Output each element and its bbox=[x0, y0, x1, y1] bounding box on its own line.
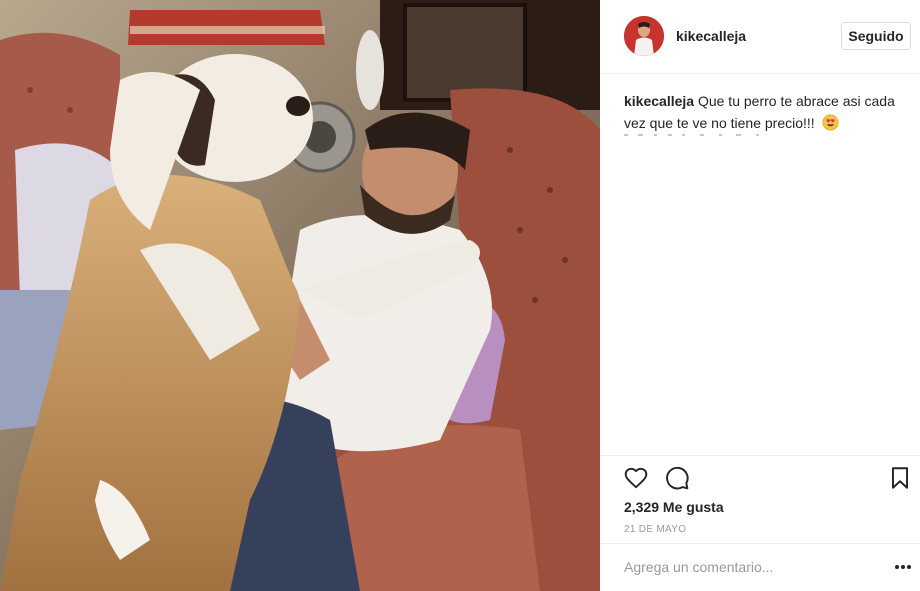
author-avatar[interactable] bbox=[624, 16, 664, 56]
comment-icon[interactable] bbox=[664, 465, 690, 491]
truncated-comments-hint bbox=[624, 134, 759, 136]
likes-count[interactable]: 2,329 Me gusta bbox=[624, 499, 724, 515]
post-photo-illustration bbox=[0, 0, 600, 591]
actions-divider bbox=[600, 455, 920, 456]
post-sidebar: kikecalleja Seguido kikecalleja Que tu p… bbox=[600, 0, 920, 591]
bookmark-icon[interactable] bbox=[887, 465, 913, 491]
heart-icon[interactable] bbox=[623, 465, 649, 491]
more-options-icon[interactable] bbox=[892, 561, 914, 573]
author-username[interactable]: kikecalleja bbox=[676, 28, 746, 44]
caption-username[interactable]: kikecalleja bbox=[624, 93, 694, 109]
following-button[interactable]: Seguido bbox=[841, 22, 911, 50]
post-photo[interactable] bbox=[0, 0, 600, 591]
comment-input[interactable] bbox=[624, 556, 874, 578]
post-header: kikecalleja Seguido bbox=[600, 0, 920, 74]
avatar-image bbox=[624, 16, 664, 56]
post-caption: kikecalleja Que tu perro te abrace asi c… bbox=[624, 90, 909, 134]
post-date[interactable]: 21 DE MAYO bbox=[624, 524, 686, 535]
heart-eyes-emoji-icon bbox=[822, 114, 839, 131]
